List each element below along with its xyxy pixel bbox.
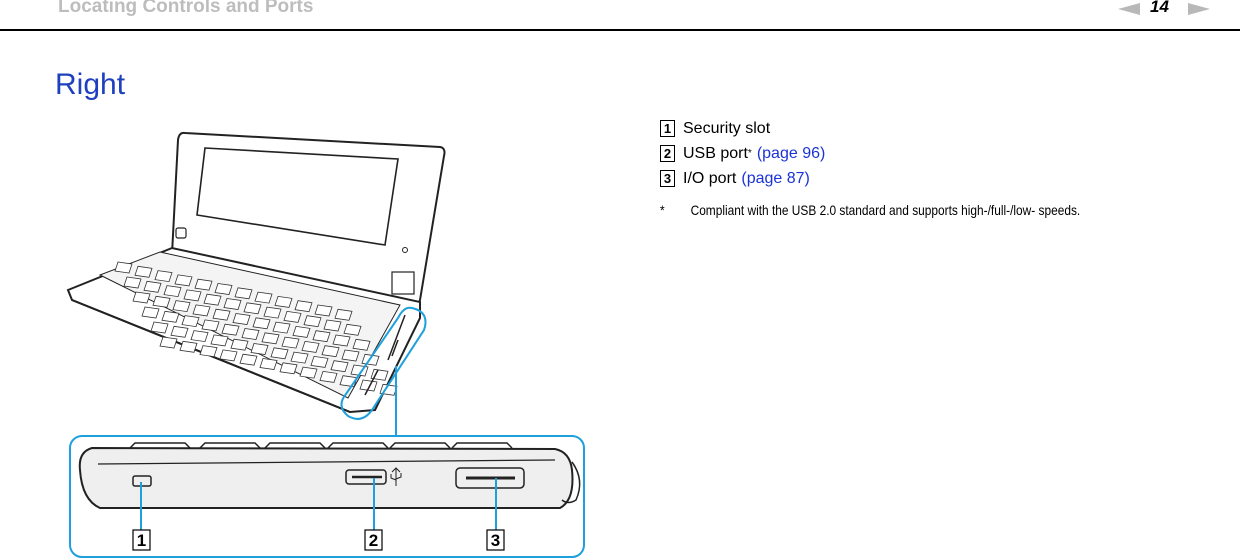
list-item: 2 USB port * (page 96) [660, 141, 825, 166]
keyboard-key [301, 340, 320, 353]
keyboard-key [181, 315, 200, 328]
item-label: Security slot [683, 120, 771, 137]
keyboard-key [303, 315, 322, 328]
keyboard-key [163, 285, 182, 298]
keyboard-key [141, 306, 160, 319]
next-page-arrow-icon[interactable] [1188, 3, 1210, 15]
callout-1-label: 1 [137, 531, 146, 550]
side-profile [78, 442, 581, 509]
keyboard-key [203, 293, 222, 306]
keyboard-key [274, 295, 293, 308]
keyboard-key [279, 362, 298, 375]
keyboard-key [334, 308, 353, 321]
keyboard-key [161, 310, 180, 323]
keyboard-key [281, 336, 300, 349]
page-navigation: 14 [1118, 0, 1240, 20]
keyboard-key [210, 334, 229, 347]
keyboard-key [201, 319, 220, 332]
keyboard-key [252, 317, 271, 330]
keyboard-key [219, 349, 238, 362]
keyboard-key [179, 340, 198, 353]
keyboard-key [259, 358, 278, 370]
keyboard-key [290, 351, 309, 364]
list-item: 3 I/O port (page 87) [660, 166, 825, 191]
keyboard-key [283, 310, 302, 323]
footnote-star: * [660, 202, 665, 218]
keyboard-key [174, 274, 193, 287]
keyboard-key [299, 366, 318, 379]
page-link-87[interactable]: (page 87) [741, 166, 810, 191]
callout-3: 3 [486, 529, 505, 551]
keyboard-key [194, 278, 213, 291]
prev-page-arrow-icon[interactable] [1118, 3, 1140, 15]
keyboard-key [232, 313, 251, 325]
keyboard-key [183, 289, 202, 302]
item-number-box: 3 [660, 170, 675, 187]
keyboard-key [272, 321, 291, 334]
keyboard-key [143, 280, 162, 293]
callout-3-label: 3 [491, 531, 500, 550]
keyboard-key [261, 332, 280, 345]
keyboard-key [243, 302, 262, 315]
keyboard-key [150, 321, 169, 334]
keyboard-key [223, 298, 242, 310]
item-label: USB port [683, 145, 748, 162]
keyboard-key [134, 265, 153, 278]
keyboard-key [254, 291, 273, 304]
keyboard-key [170, 325, 189, 338]
keyboard-key [319, 370, 338, 383]
keyboard-key [221, 323, 240, 336]
keyboard-key [241, 328, 260, 340]
keyboard-key [250, 343, 269, 355]
keyboard-key [132, 291, 151, 304]
keyboard-key [323, 319, 342, 332]
keyboard-key [192, 304, 211, 317]
callout-boxes: 1 2 3 [132, 529, 505, 551]
keyboard-key [314, 304, 333, 317]
keyboard-key [190, 330, 209, 343]
keyboard-key [343, 323, 362, 336]
keyboard-key [332, 334, 351, 347]
callout-2-label: 2 [369, 531, 378, 550]
callout-2: 2 [364, 529, 383, 551]
item-number-box: 1 [660, 120, 675, 137]
keyboard-key [321, 345, 340, 358]
page-link-96[interactable]: (page 96) [757, 141, 826, 166]
keyboard-key [214, 283, 233, 295]
list-item: 1 Security slot [660, 116, 825, 141]
keyboard-key [263, 306, 282, 319]
item-number-box: 2 [660, 145, 675, 162]
keyboard-key [199, 345, 218, 358]
keyboard-key [154, 270, 173, 283]
item-label: I/O port [683, 170, 737, 187]
keyboard-key [159, 336, 178, 349]
keyboard-key [330, 360, 349, 373]
keyboard-key [114, 261, 133, 274]
page-number: 14 [1150, 0, 1169, 16]
keyboard-key [310, 355, 329, 368]
laptop-illustration: 1 2 3 [66, 131, 585, 558]
keyboard-key [123, 276, 142, 289]
keyboard-key [292, 325, 311, 338]
keyboard-key [212, 308, 231, 321]
keyboard-key [234, 287, 253, 300]
footnote-text: Compliant with the USB 2.0 standard and … [690, 202, 1081, 218]
keyboard-key [352, 338, 371, 351]
keyboard-key [341, 349, 360, 362]
keyboard-key [294, 300, 313, 313]
callout-1: 1 [132, 529, 151, 551]
keyboard-key [152, 295, 171, 308]
port-list: 1 Security slot 2 USB port * (page 96) 3 … [660, 116, 825, 191]
keyboard-key [270, 347, 289, 360]
keyboard-key [230, 338, 249, 351]
keyboard-key [239, 353, 258, 366]
keyboard-key [312, 330, 331, 343]
footnote: * Compliant with the USB 2.0 standard and… [660, 202, 1080, 218]
keyboard-key [172, 300, 191, 313]
